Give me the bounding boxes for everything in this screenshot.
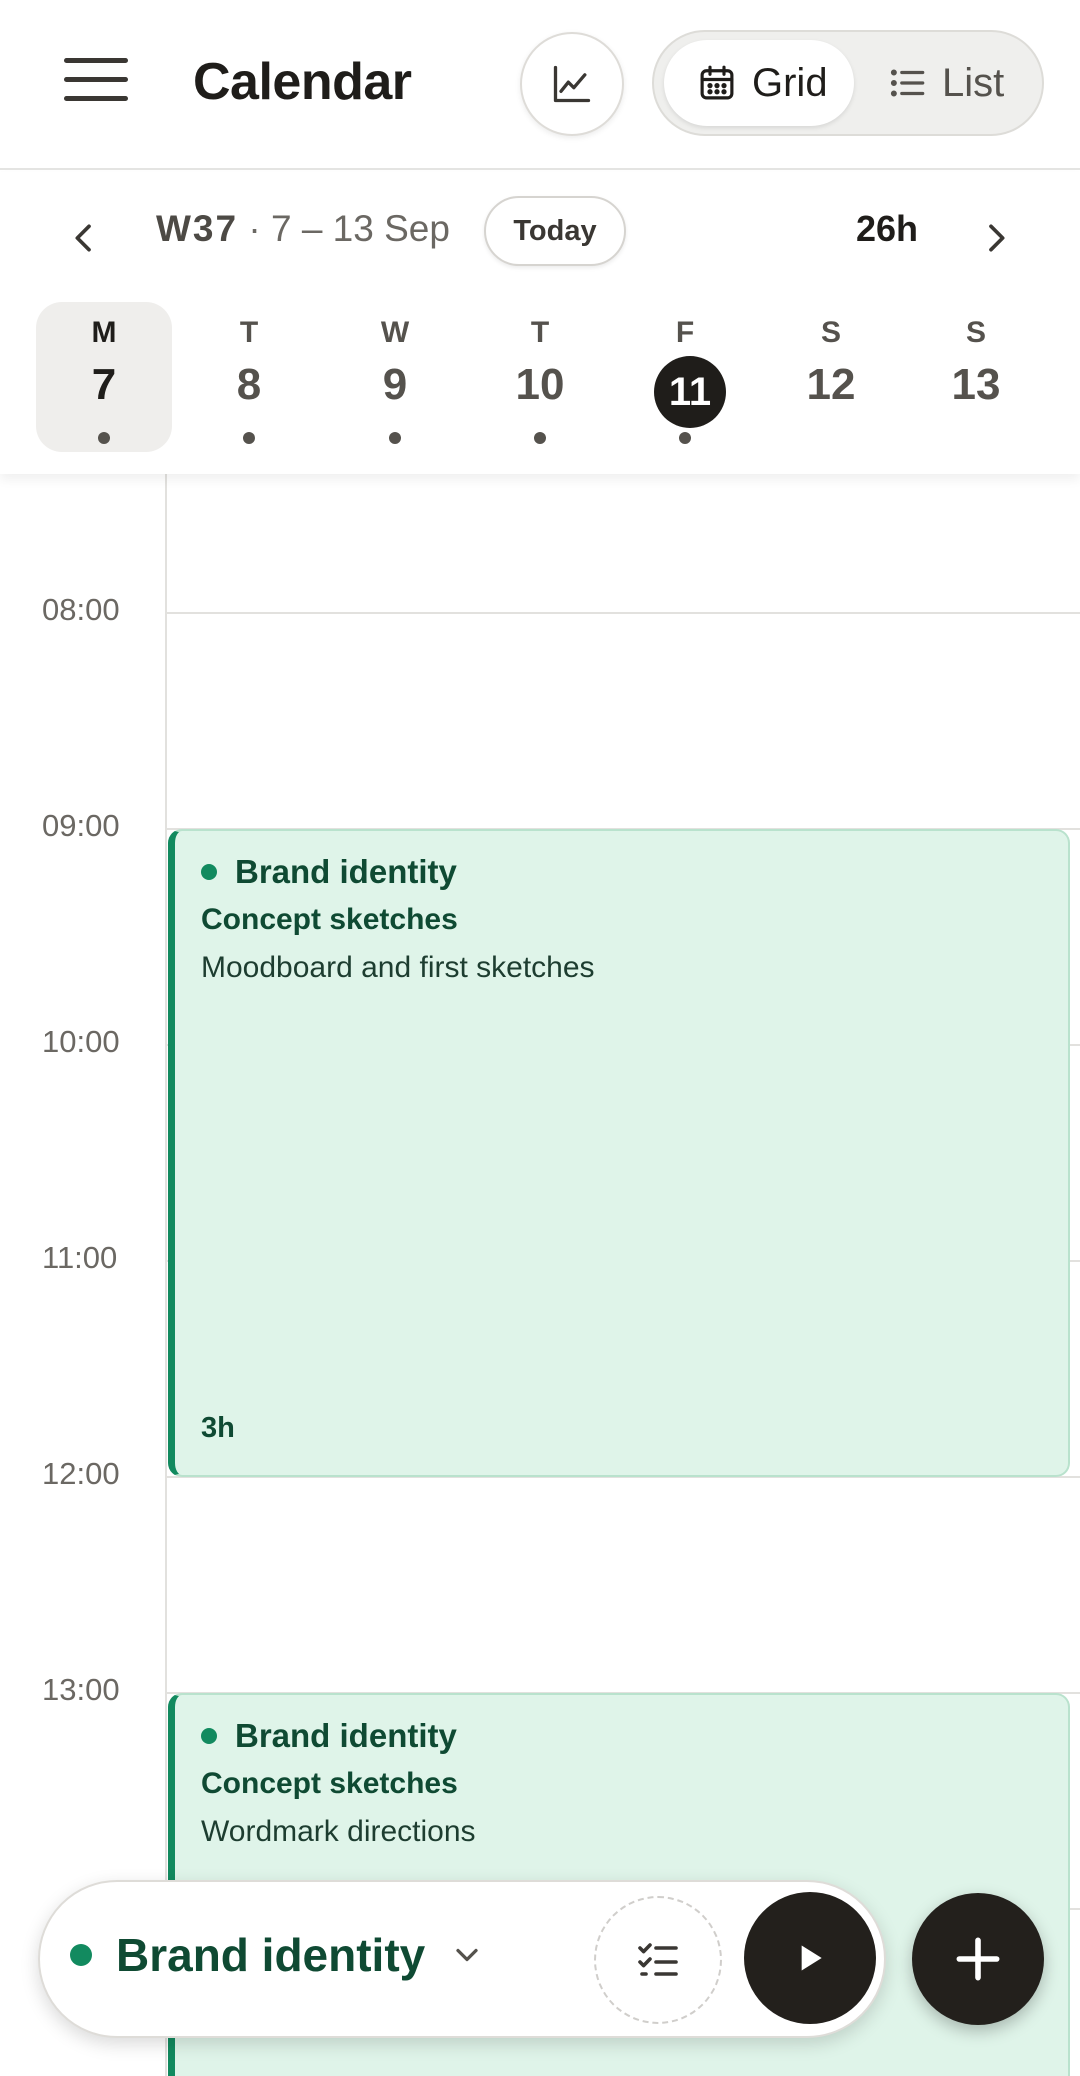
view-toggle: Grid List (652, 30, 1044, 136)
hamburger-menu-icon[interactable] (64, 58, 128, 110)
today-day-number: 11 (654, 356, 726, 428)
entry-project: Brand identity (201, 1717, 457, 1755)
hour-label: 12:00 (42, 1456, 120, 1491)
tasks-button[interactable] (594, 1896, 722, 2024)
entry-project-name: Brand identity (235, 1717, 457, 1754)
checklist-icon (638, 1943, 678, 1976)
day-cell[interactable]: S 12 (763, 302, 899, 452)
list-view-label: List (942, 60, 1005, 105)
day-cell-today[interactable]: F 11 (617, 302, 753, 452)
timer-bar: Brand identity (38, 1880, 886, 2038)
day-number: 13 (951, 360, 1001, 409)
day-name: T (239, 316, 259, 349)
entry-description: Wordmark directions (201, 1815, 476, 1848)
day-number: 8 (236, 360, 262, 409)
project-color-dot (201, 864, 217, 880)
entry-title: Concept sketches (201, 1767, 458, 1800)
week-navigator: W37 · 7 – 13 Sep Today 26h M 7 T 8 W 9 T… (0, 172, 1080, 474)
chevron-down-icon (456, 1948, 478, 1962)
week-number: W37 (156, 208, 239, 249)
time-entry-block[interactable]: Brand identity Concept sketches Moodboar… (168, 829, 1070, 1477)
today-button[interactable]: Today (484, 196, 626, 266)
entry-duration: 3h (201, 1412, 235, 1444)
list-view-button[interactable]: List (864, 40, 1034, 126)
entry-project-name: Brand identity (235, 853, 457, 890)
day-name: T (530, 316, 550, 349)
hour-label: 13:00 (42, 1672, 120, 1707)
day-cell[interactable]: S 13 (908, 302, 1044, 452)
play-icon (801, 1945, 822, 1971)
hour-label: 09:00 (42, 808, 120, 843)
day-strip: M 7 T 8 W 9 T 10 F 11 S 12 S 13 (0, 302, 1080, 452)
day-cell[interactable]: W 9 (327, 302, 463, 452)
week-total-hours: 26h (856, 208, 919, 249)
project-color-dot (201, 1728, 217, 1744)
day-number: 10 (515, 360, 565, 409)
hour-gridline (167, 612, 1080, 614)
entries-indicator (98, 432, 110, 444)
day-cell[interactable]: T 8 (181, 302, 317, 452)
day-name: F (675, 316, 695, 349)
day-number: 9 (382, 360, 408, 409)
day-name: S (965, 316, 986, 349)
hour-label: 10:00 (42, 1024, 120, 1059)
hour-label: 11:00 (42, 1240, 118, 1275)
app-header: Calendar Grid List (0, 0, 1080, 170)
entries-indicator (389, 432, 401, 444)
week-range: · 7 – 13 Sep (248, 208, 450, 249)
list-icon (890, 69, 925, 97)
day-number: 12 (806, 360, 856, 409)
grid-view-label: Grid (752, 60, 828, 105)
day-cell[interactable]: M 7 (36, 302, 172, 452)
entry-project: Brand identity (201, 853, 457, 891)
selected-project-name: Brand identity (116, 1929, 426, 1981)
chevron-right-icon (989, 224, 1005, 252)
previous-week-button[interactable] (56, 210, 112, 266)
entries-indicator (243, 432, 255, 444)
day-name: W (380, 316, 410, 349)
stats-button[interactable] (520, 32, 624, 136)
week-label: W37 · 7 – 13 Sep (156, 208, 450, 250)
chevron-left-icon (75, 224, 91, 252)
entries-indicator (679, 432, 691, 444)
calendar-grid-icon (700, 65, 734, 100)
plus-icon (956, 1937, 1000, 1981)
day-name: S (820, 316, 841, 349)
chart-line-icon (553, 65, 591, 103)
entry-description: Moodboard and first sketches (201, 951, 595, 984)
day-timeline[interactable]: 08:00 09:00 10:00 11:00 12:00 13:00 Bran… (0, 474, 1080, 2076)
entry-title: Concept sketches (201, 903, 458, 936)
day-cell[interactable]: T 10 (472, 302, 608, 452)
add-entry-button[interactable] (912, 1893, 1044, 2025)
entries-indicator (534, 432, 546, 444)
day-name: M (91, 316, 117, 349)
project-selector[interactable]: Brand identity (70, 1928, 485, 1982)
grid-view-button[interactable]: Grid (664, 40, 854, 126)
time-axis-divider (165, 474, 167, 2076)
project-color-dot (70, 1944, 92, 1966)
day-number: 7 (91, 360, 117, 409)
next-week-button[interactable] (968, 210, 1024, 266)
page-title: Calendar (193, 53, 412, 111)
start-timer-button[interactable] (744, 1892, 876, 2024)
hour-label: 08:00 (42, 592, 120, 627)
